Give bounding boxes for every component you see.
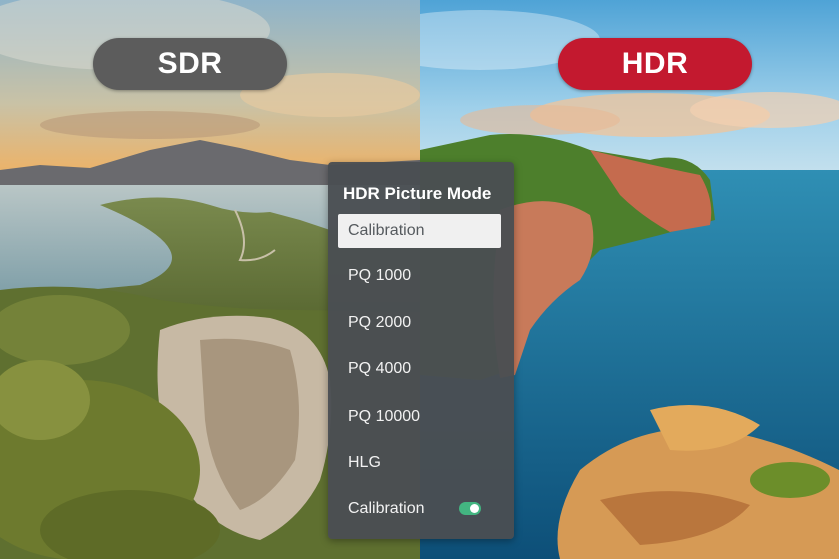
calibration-toggle-row[interactable]: Calibration <box>338 492 501 526</box>
calibration-toggle-label: Calibration <box>348 500 425 517</box>
menu-item-hlg[interactable]: HLG <box>338 446 501 480</box>
menu-item-pq-1000[interactable]: PQ 1000 <box>338 259 501 293</box>
menu-item-pq-2000[interactable]: PQ 2000 <box>338 306 501 340</box>
toggle-knob <box>470 504 479 513</box>
menu-item-calibration[interactable]: Calibration <box>338 214 501 248</box>
menu-title: HDR Picture Mode <box>343 184 492 203</box>
hdr-badge: HDR <box>558 38 752 90</box>
hdr-picture-mode-menu: HDR Picture Mode Calibration PQ 1000 PQ … <box>328 162 514 539</box>
menu-item-pq-4000[interactable]: PQ 4000 <box>338 352 501 386</box>
menu-item-pq-10000[interactable]: PQ 10000 <box>338 400 501 434</box>
sdr-badge: SDR <box>93 38 287 90</box>
toggle-switch-icon[interactable] <box>459 502 481 515</box>
